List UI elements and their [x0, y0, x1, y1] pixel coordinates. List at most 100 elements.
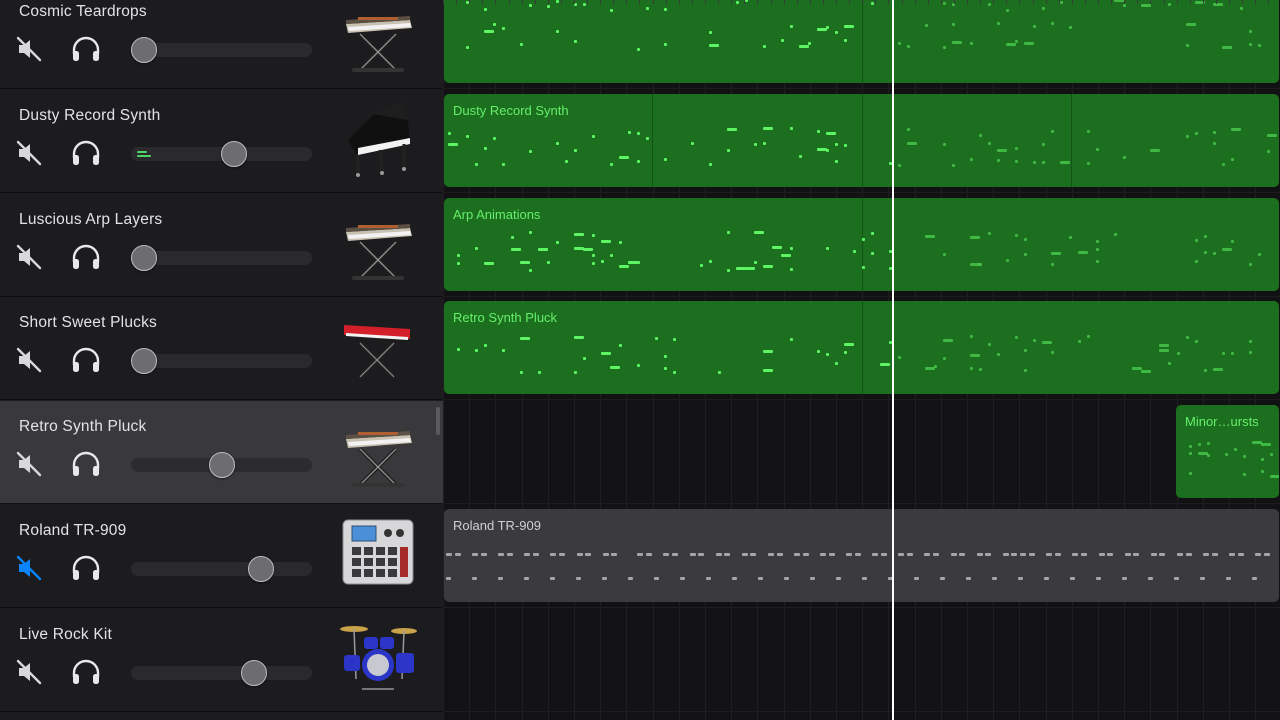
track-header[interactable]: Retro Synth Pluck: [0, 401, 443, 504]
midi-note: [898, 42, 901, 45]
midi-note: [1222, 248, 1232, 251]
drum-hit: [1226, 577, 1231, 580]
midi-note: [943, 357, 946, 360]
midi-note: [448, 132, 451, 135]
solo-button[interactable]: [70, 554, 102, 582]
volume-knob[interactable]: [248, 556, 275, 582]
midi-note: [673, 371, 676, 374]
ruler-tick: [692, 0, 693, 4]
midi-note: [1267, 134, 1277, 137]
volume-knob[interactable]: [208, 452, 235, 478]
arrangement-area[interactable]: Dusty Record Synth Arp Animations Retro Sy…: [443, 0, 1280, 720]
track-header[interactable]: Short Sweet Plucks: [0, 297, 443, 400]
mute-button[interactable]: [15, 139, 43, 167]
midi-note: [907, 128, 910, 131]
solo-button[interactable]: [70, 139, 102, 167]
volume-knob[interactable]: [221, 141, 248, 167]
midi-note: [772, 246, 782, 249]
headphones-icon: [72, 244, 100, 269]
timeline-ruler[interactable]: [443, 0, 1280, 4]
track-header[interactable]: Cosmic Teardrops: [0, 0, 443, 89]
region[interactable]: Dusty Record Synth: [444, 94, 1279, 187]
volume-slider[interactable]: [131, 660, 312, 686]
volume-slider[interactable]: [130, 37, 312, 63]
instrument-icon[interactable]: [338, 307, 418, 387]
track-lane[interactable]: [443, 609, 1280, 712]
midi-note: [817, 350, 820, 353]
mute-button[interactable]: [15, 450, 43, 478]
solo-button[interactable]: [70, 658, 102, 686]
midi-note: [1006, 259, 1009, 262]
instrument-icon[interactable]: [338, 619, 418, 699]
midi-note: [1015, 160, 1018, 163]
volume-slider[interactable]: [131, 452, 312, 478]
playhead[interactable]: [892, 0, 894, 720]
region[interactable]: Minor…ursts: [1176, 405, 1279, 498]
track-header[interactable]: Live Rock Kit: [0, 609, 443, 712]
volume-knob[interactable]: [130, 245, 157, 271]
volume-knob[interactable]: [130, 37, 157, 63]
track-lane[interactable]: [443, 401, 1280, 504]
midi-note: [943, 339, 953, 342]
track-header[interactable]: Luscious Arp Layers: [0, 194, 443, 297]
midi-note: [529, 269, 532, 272]
drum-hit: [603, 553, 609, 556]
mute-button[interactable]: [15, 346, 43, 374]
volume-slider[interactable]: [131, 556, 312, 582]
drum-hit: [1018, 577, 1023, 580]
solo-button[interactable]: [70, 346, 102, 374]
midi-note: [979, 134, 982, 137]
mute-button[interactable]: [15, 658, 43, 686]
midi-note: [709, 31, 712, 34]
midi-note: [1123, 156, 1126, 159]
volume-knob[interactable]: [241, 660, 268, 686]
midi-note: [754, 261, 757, 264]
midi-note: [1141, 4, 1151, 7]
volume-knob[interactable]: [130, 348, 157, 374]
scrollbar-handle[interactable]: [436, 407, 440, 435]
solo-button[interactable]: [70, 450, 102, 478]
drum-hit: [1255, 553, 1261, 556]
drum-hit: [1099, 553, 1105, 556]
midi-note: [538, 248, 548, 251]
midi-note: [790, 127, 793, 130]
keyboard-stand-icon: [346, 224, 412, 280]
mute-button[interactable]: [15, 554, 43, 582]
instrument-icon[interactable]: [338, 204, 418, 284]
instrument-icon[interactable]: [338, 0, 418, 76]
instrument-icon[interactable]: [338, 100, 418, 180]
region[interactable]: Arp Animations: [444, 198, 1279, 291]
track-header[interactable]: Dusty Record Synth: [0, 90, 443, 193]
midi-note: [538, 371, 541, 374]
headphones-icon: [72, 659, 100, 684]
solo-button[interactable]: [70, 243, 102, 271]
region-split-line: [862, 301, 863, 394]
volume-slider[interactable]: [131, 141, 312, 167]
volume-slider[interactable]: [130, 348, 312, 374]
drum-hit: [585, 553, 591, 556]
ruler-tick: [1164, 0, 1165, 4]
region-split-line: [862, 198, 863, 291]
midi-note: [709, 163, 712, 166]
midi-note: [1243, 473, 1246, 476]
midi-note: [1078, 340, 1081, 343]
track-header[interactable]: Roland TR-909: [0, 505, 443, 608]
solo-button[interactable]: [70, 35, 102, 63]
volume-slider[interactable]: [130, 245, 312, 271]
drum-hit: [602, 577, 607, 580]
drum-hit: [698, 553, 704, 556]
mute-button[interactable]: [15, 35, 43, 63]
ruler-tick: [1085, 0, 1086, 4]
midi-note: [727, 231, 730, 234]
mute-button[interactable]: [15, 243, 43, 271]
midi-note: [475, 163, 478, 166]
region[interactable]: Roland TR-909: [444, 509, 1279, 602]
instrument-icon[interactable]: [338, 515, 418, 595]
instrument-icon[interactable]: [338, 411, 418, 491]
midi-note: [1213, 252, 1216, 255]
region[interactable]: Retro Synth Pluck: [444, 301, 1279, 394]
midi-note: [646, 137, 649, 140]
midi-note: [556, 30, 559, 33]
region[interactable]: [444, 0, 1279, 83]
midi-note: [637, 160, 640, 163]
